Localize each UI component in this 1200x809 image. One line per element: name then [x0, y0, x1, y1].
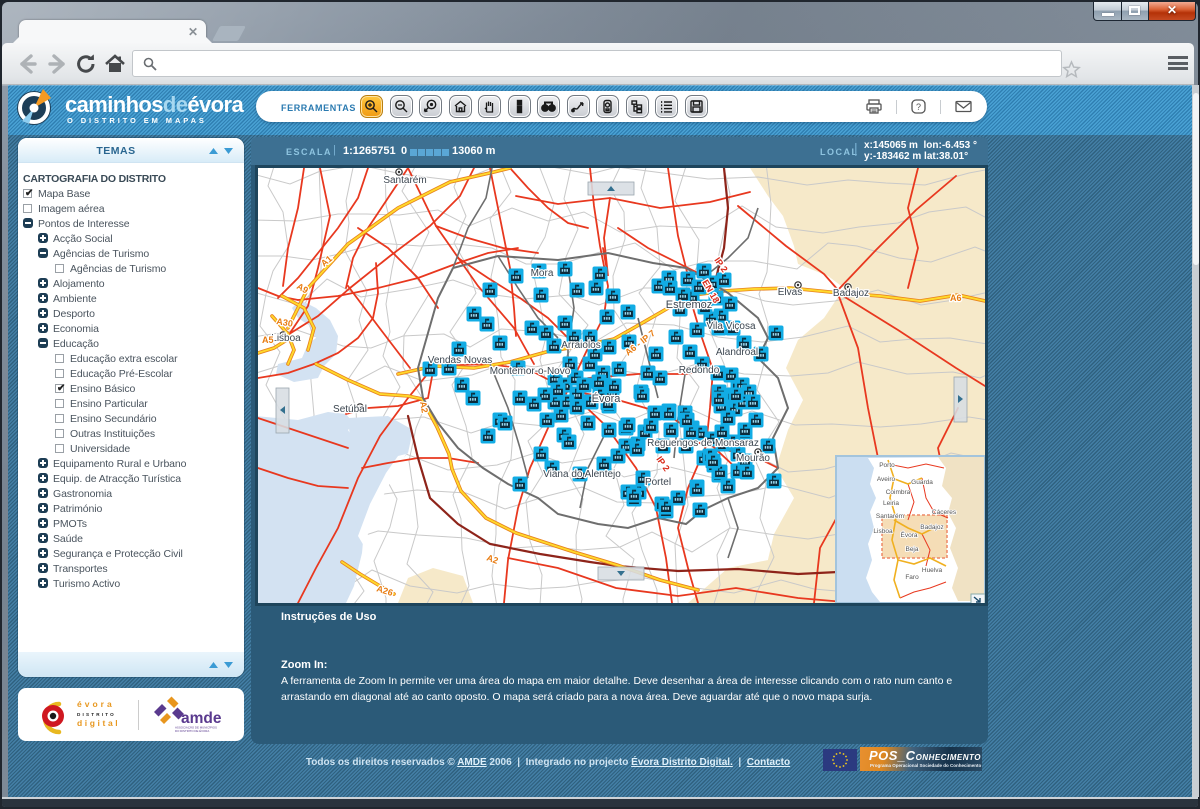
svg-text:Reguengos de Monsaraz: Reguengos de Monsaraz — [647, 438, 759, 449]
svg-text:Alandroal: Alandroal — [716, 347, 758, 358]
svg-text:A6: A6 — [950, 293, 962, 303]
svg-text:Mora: Mora — [531, 268, 554, 279]
svg-text:DISTRITO: DISTRITO — [77, 712, 116, 717]
svg-text:Lisboa: Lisboa — [873, 528, 893, 535]
svg-text:Badajoz: Badajoz — [833, 288, 869, 299]
svg-text:A5: A5 — [262, 335, 274, 345]
svg-text:A2: A2 — [418, 401, 430, 414]
svg-text:Setúbal: Setúbal — [333, 404, 367, 415]
svg-text:Faro: Faro — [905, 574, 919, 581]
svg-text:Évora: Évora — [592, 392, 622, 405]
svg-text:Redondo: Redondo — [679, 365, 720, 376]
svg-text:Évora: Évora — [901, 530, 918, 539]
svg-text:?: ? — [916, 102, 921, 112]
svg-text:Mourão: Mourão — [736, 453, 770, 464]
svg-text:digital: digital — [77, 718, 120, 728]
svg-text:Vila Viçosa: Vila Viçosa — [706, 321, 756, 332]
svg-text:Elvas: Elvas — [778, 287, 802, 298]
svg-text:Guarda: Guarda — [911, 479, 933, 486]
svg-text:Beja: Beja — [905, 546, 918, 553]
svg-text:Vendas Novas: Vendas Novas — [428, 355, 493, 366]
svg-text:Huelva: Huelva — [922, 567, 943, 574]
svg-text:Montemor-o-Novo: Montemor-o-Novo — [490, 366, 571, 377]
svg-text:Estremoz: Estremoz — [666, 299, 712, 311]
svg-text:Portel: Portel — [645, 477, 671, 488]
svg-text:Arraiolos: Arraiolos — [561, 340, 600, 351]
svg-text:évora: évora — [77, 699, 115, 709]
svg-text:Lisboa: Lisboa — [271, 333, 301, 344]
svg-text:Santarém: Santarém — [876, 513, 904, 520]
svg-text:Badajoz: Badajoz — [920, 524, 944, 531]
svg-text:Aveiro: Aveiro — [877, 476, 896, 483]
svg-text:DO DISTRITO DE ÉVORA: DO DISTRITO DE ÉVORA — [175, 728, 209, 733]
svg-text:amde: amde — [181, 710, 222, 727]
svg-text:Cáceres: Cáceres — [932, 509, 957, 516]
svg-text:Leiria: Leiria — [883, 500, 899, 507]
svg-text:Santarém: Santarém — [383, 175, 426, 186]
svg-text:Porto: Porto — [879, 462, 895, 469]
svg-text:Viana do Alentejo: Viana do Alentejo — [543, 469, 621, 480]
svg-text:Coimbra: Coimbra — [886, 489, 911, 496]
